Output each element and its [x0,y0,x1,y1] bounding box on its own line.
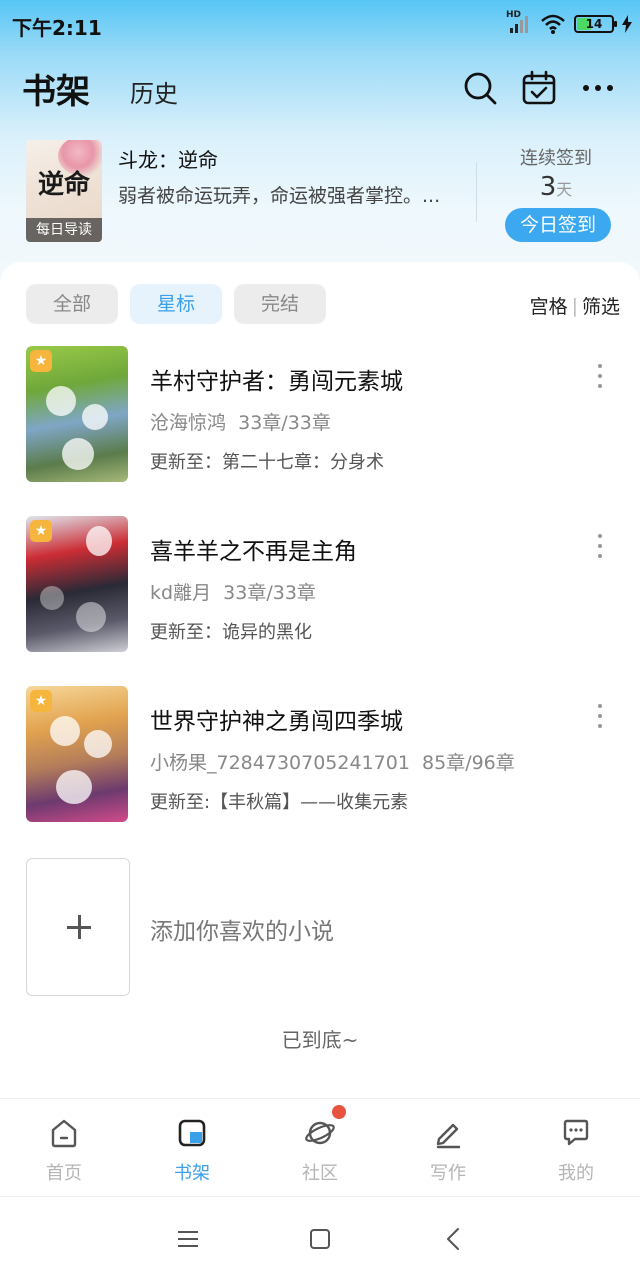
nav-bookshelf[interactable]: 书架 [142,1099,242,1195]
book-meta: kd離月 33章/33章 [150,578,316,605]
chat-bubble-icon [563,1119,589,1146]
checkin-count: 3 [539,172,557,202]
battery-level: 14 [585,17,603,31]
view-options: 宫格 | 筛选 [530,292,620,319]
bookshelf-panel: 全部 星标 完结 宫格 | 筛选 ★ 羊村守护者：勇闯元素城 沧海惊鸿 33章/… [0,262,640,1100]
signal-icon: HD [506,10,532,36]
nav-write[interactable]: 写作 [398,1099,498,1195]
status-time: 下午2:11 [12,16,102,40]
filter-completed[interactable]: 完结 [234,284,326,324]
bottom-navigation: 首页 书架 社区 写作 我的 [0,1098,640,1194]
book-item[interactable]: ★ 喜羊羊之不再是主角 kd離月 33章/33章 更新至：诡异的黑化 [0,516,640,656]
search-icon[interactable] [462,70,498,106]
divider [476,162,477,222]
system-navigation-bar [0,1196,640,1280]
grid-view-button[interactable]: 宫格 [530,292,568,319]
star-icon: ★ [30,520,52,542]
book-author: kd離月 [150,582,212,604]
checkin-button[interactable]: 今日签到 [505,208,611,242]
plus-icon-vertical [77,915,81,939]
filter-starred[interactable]: 星标 [130,284,222,324]
charging-icon [622,15,632,33]
book-chapters: 33章/33章 [238,412,331,434]
featured-cover[interactable]: 逆命 每日导读 [26,140,102,242]
bookshelf-icon [178,1119,206,1147]
more-vertical-icon[interactable] [590,704,610,728]
planet-icon [305,1121,335,1145]
menu-icon[interactable] [174,1225,202,1253]
top-header: 书架 历史 [0,60,640,120]
end-of-list-text: 已到底~ [281,1028,359,1052]
book-latest-update: 更新至:【丰秋篇】——收集元素 [150,792,409,813]
featured-title[interactable]: 斗龙：逆命 [118,144,218,173]
tab-bookshelf[interactable]: 书架 [22,64,90,113]
separator: | [571,294,578,317]
featured-description: 弱者被命运玩弄，命运被强者掌控。... [118,185,441,207]
battery-icon: 14 [574,15,617,33]
book-title[interactable]: 喜羊羊之不再是主角 [150,532,357,566]
nav-profile[interactable]: 我的 [526,1099,626,1195]
nav-home[interactable]: 首页 [14,1099,114,1195]
checkin-streak: 3天 [500,172,612,202]
filter-all[interactable]: 全部 [26,284,118,324]
book-title[interactable]: 世界守护神之勇闯四季城 [150,702,403,736]
book-cover[interactable]: ★ [26,686,128,822]
book-meta: 沧海惊鸿 33章/33章 [150,408,331,435]
add-novel-label[interactable]: 添加你喜欢的小说 [150,912,334,946]
book-author: 小杨果_7284730705241701 [150,752,410,774]
book-item[interactable]: ★ 羊村守护者：勇闯元素城 沧海惊鸿 33章/33章 更新至：第二十七章：分身术 [0,346,640,486]
notification-badge [332,1105,346,1119]
tab-history[interactable]: 历史 [130,74,178,109]
status-bar: 下午2:11 HD 14 [0,0,640,48]
more-horizontal-icon[interactable] [580,70,616,106]
filter-button[interactable]: 筛选 [582,292,620,319]
daily-read-label: 每日导读 [26,218,102,242]
more-vertical-icon[interactable] [590,534,610,558]
nav-community[interactable]: 社区 [270,1099,370,1195]
nav-bookshelf-label: 书架 [174,1163,210,1184]
status-icons: HD 14 [506,10,632,36]
back-icon[interactable] [440,1225,468,1253]
book-cover[interactable]: ★ [26,516,128,652]
add-novel-button[interactable] [26,858,130,996]
star-icon: ★ [30,350,52,372]
calendar-check-icon[interactable] [521,70,557,106]
book-chapters: 33章/33章 [223,582,316,604]
nav-write-label: 写作 [430,1163,466,1184]
star-icon: ★ [30,690,52,712]
book-latest-update: 更新至：诡异的黑化 [150,622,312,643]
home-icon [51,1119,77,1148]
checkin-unit: 天 [556,180,573,199]
book-latest-update: 更新至：第二十七章：分身术 [150,452,384,473]
featured-cover-title: 逆命 [38,170,91,200]
book-title[interactable]: 羊村守护者：勇闯元素城 [150,362,403,396]
daily-featured-card[interactable]: 逆命 每日导读 斗龙：逆命 弱者被命运玩弄，命运被强者掌控。... 连续签到 3… [0,138,640,248]
nav-profile-label: 我的 [558,1163,594,1184]
book-author: 沧海惊鸿 [150,412,227,434]
pen-icon [436,1123,461,1149]
nav-community-label: 社区 [302,1163,338,1184]
book-meta: 小杨果_7284730705241701 85章/96章 [150,748,515,775]
book-cover[interactable]: ★ [26,346,128,482]
wifi-icon [541,14,565,34]
book-item[interactable]: ★ 世界守护神之勇闯四季城 小杨果_7284730705241701 85章/9… [0,686,640,826]
more-vertical-icon[interactable] [590,364,610,388]
book-chapters: 85章/96章 [422,752,515,774]
home-square-icon[interactable] [306,1225,334,1253]
nav-home-label: 首页 [46,1163,82,1184]
filter-chips: 全部 星标 完结 [26,284,326,324]
checkin-label: 连续签到 [520,148,592,169]
